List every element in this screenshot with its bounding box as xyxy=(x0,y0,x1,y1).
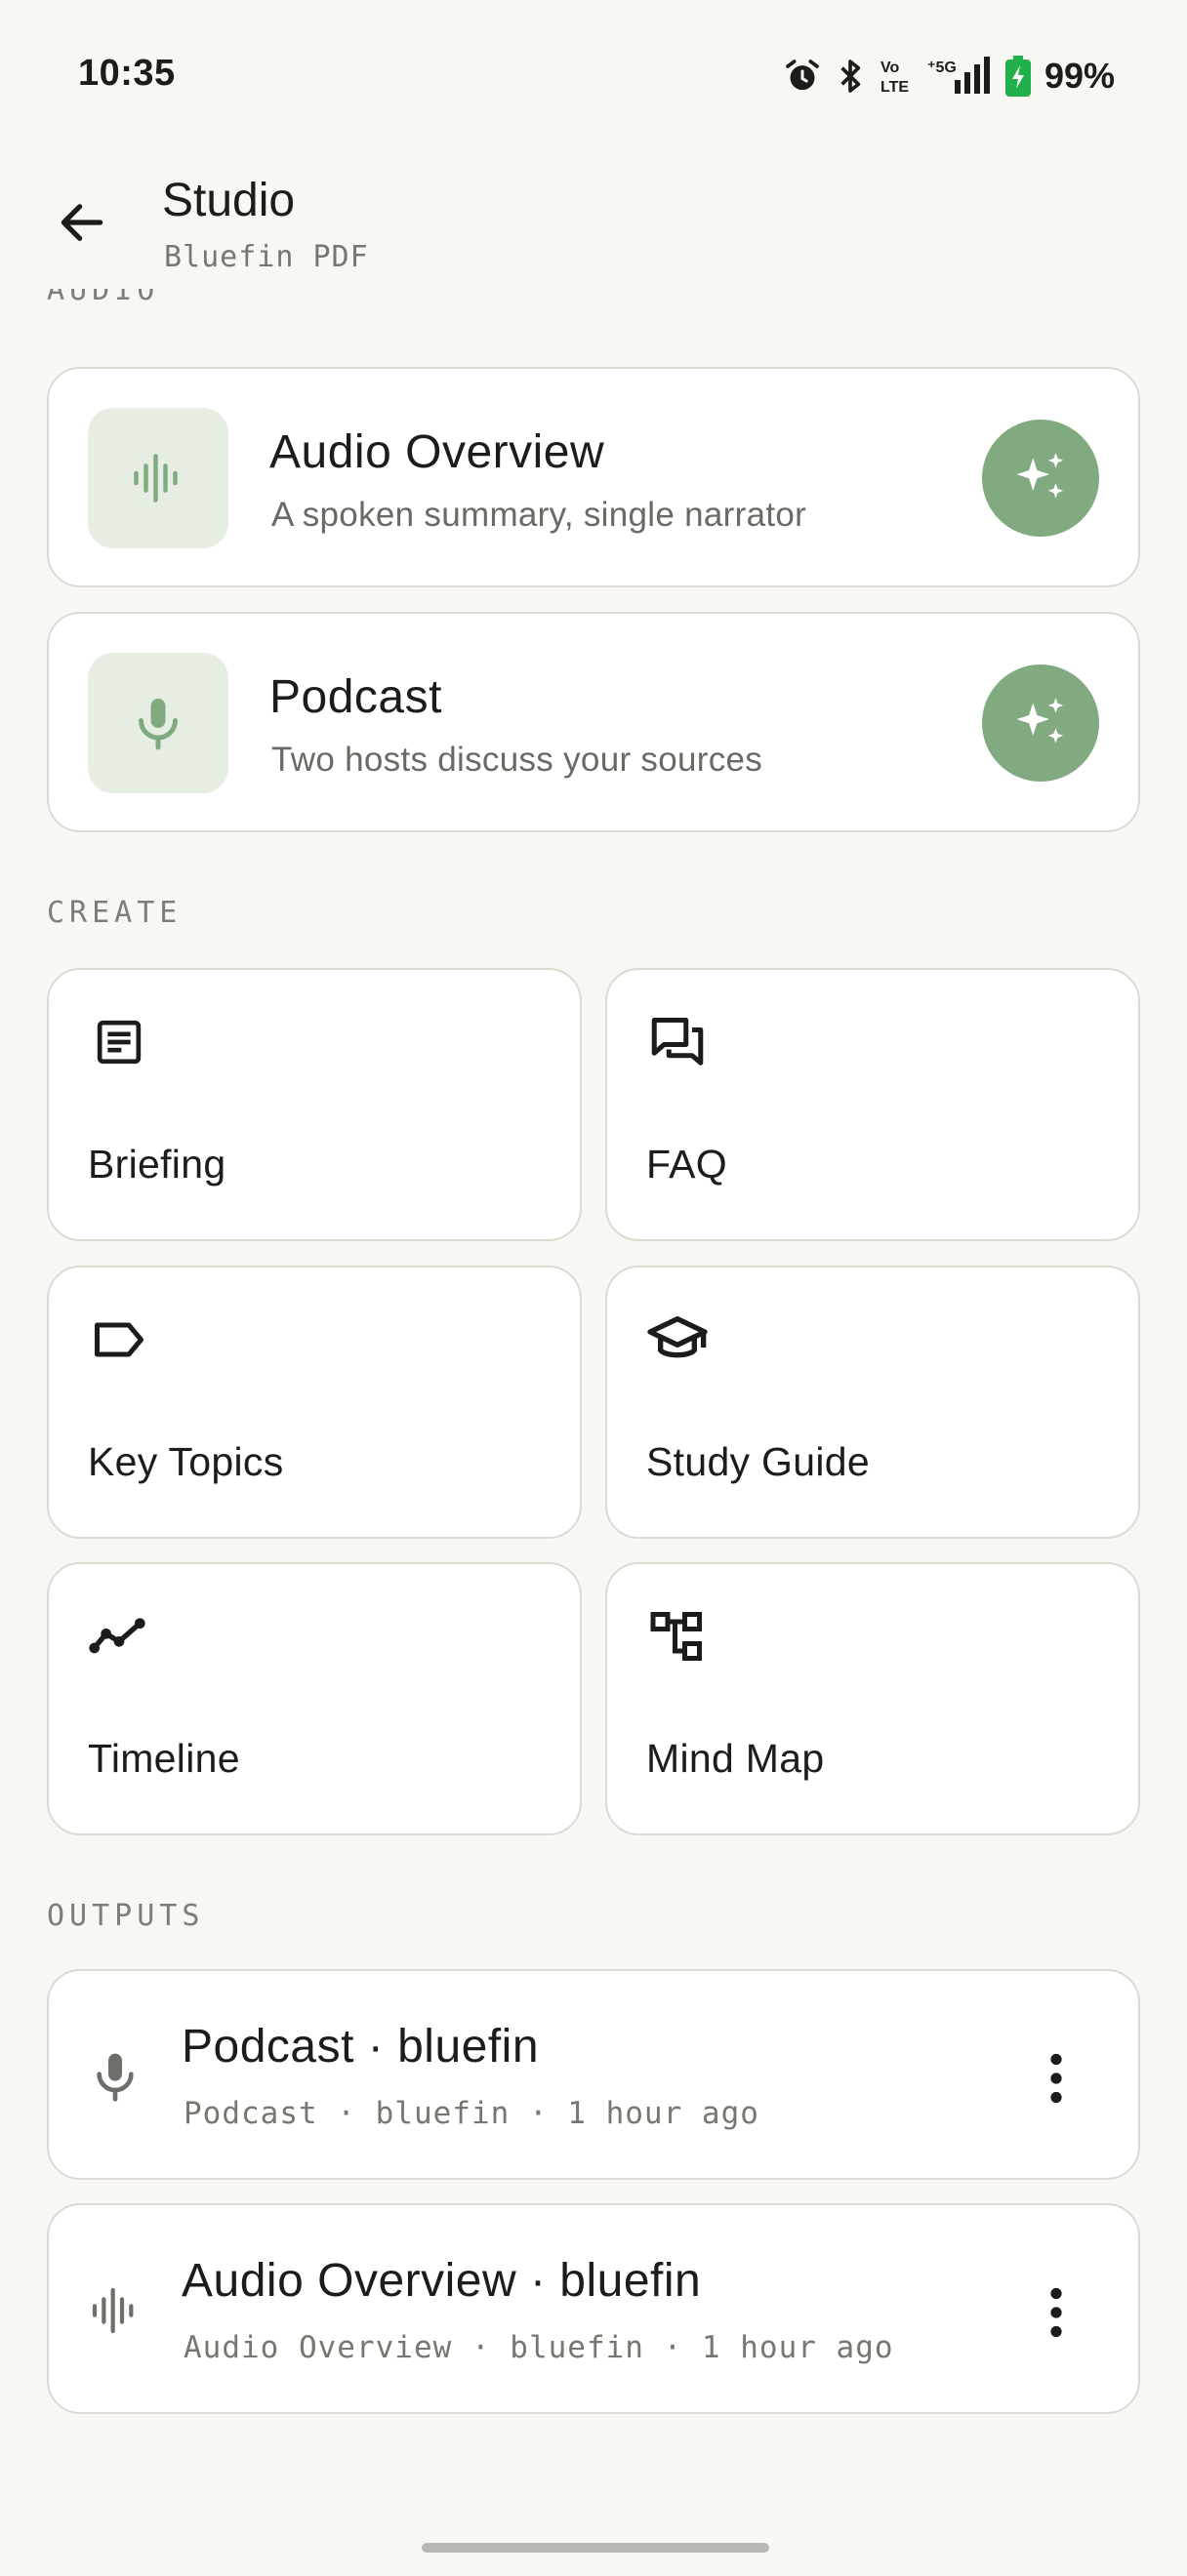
generate-audio-overview-button[interactable] xyxy=(982,420,1099,537)
podcast-title: Podcast xyxy=(269,671,442,723)
page-subtitle: Bluefin PDF xyxy=(164,240,369,274)
audio-overview-icon-box xyxy=(88,408,228,548)
create-mind-map-tile[interactable]: Mind Map xyxy=(605,1562,1140,1835)
waveform-icon xyxy=(84,2279,146,2342)
account-tree-icon xyxy=(646,1605,709,1668)
school-icon xyxy=(646,1308,709,1371)
create-faq-tile[interactable]: FAQ xyxy=(605,968,1140,1241)
tile-label: Briefing xyxy=(88,1142,226,1187)
sparkles-icon xyxy=(1016,698,1064,744)
create-key-topics-tile[interactable]: Key Topics xyxy=(47,1266,582,1539)
output-item-podcast[interactable]: Podcast · bluefin Podcast · bluefin · 1 … xyxy=(47,1969,1140,2180)
microphone-icon xyxy=(84,2045,146,2108)
forum-icon xyxy=(646,1011,709,1073)
status-time: 10:35 xyxy=(78,53,176,94)
home-indicator[interactable] xyxy=(422,2543,769,2553)
output-title: Audio Overview · bluefin xyxy=(182,2255,702,2307)
bluetooth-icon xyxy=(836,57,865,96)
tile-label: Mind Map xyxy=(646,1736,825,1781)
more-options-button[interactable] xyxy=(1021,2277,1091,2348)
section-label-create: CREATE xyxy=(47,896,183,930)
more-options-button[interactable] xyxy=(1021,2043,1091,2113)
svg-text:LTE: LTE xyxy=(880,79,909,96)
tile-label: FAQ xyxy=(646,1142,727,1187)
alarm-icon xyxy=(783,57,822,96)
tile-label: Study Guide xyxy=(646,1439,870,1484)
sparkles-icon xyxy=(1016,453,1064,499)
more-vert-icon xyxy=(1050,2053,1062,2104)
microphone-icon xyxy=(139,699,178,750)
status-icons: Vo LTE ⁺5G 99% xyxy=(783,53,1115,100)
tile-label: Key Topics xyxy=(88,1439,284,1484)
timeline-icon xyxy=(88,1605,150,1668)
audio-overview-card[interactable]: Audio Overview A spoken summary, single … xyxy=(47,367,1140,587)
output-meta: Podcast · bluefin · 1 hour ago xyxy=(184,2096,759,2131)
article-icon xyxy=(88,1011,150,1073)
label-icon xyxy=(88,1308,150,1371)
create-study-guide-tile[interactable]: Study Guide xyxy=(605,1266,1140,1539)
create-timeline-tile[interactable]: Timeline xyxy=(47,1562,582,1835)
back-button[interactable] xyxy=(45,185,119,260)
more-vert-icon xyxy=(1050,2287,1062,2338)
podcast-card[interactable]: Podcast Two hosts discuss your sources xyxy=(47,612,1140,832)
volte-icon: Vo LTE xyxy=(879,57,914,96)
audio-overview-title: Audio Overview xyxy=(269,426,605,478)
battery-percent: 99% xyxy=(1044,56,1115,96)
audio-overview-subtitle: A spoken summary, single narrator xyxy=(271,496,807,534)
podcast-icon-box xyxy=(88,653,228,793)
arrow-left-icon xyxy=(61,204,103,241)
output-meta: Audio Overview · bluefin · 1 hour ago xyxy=(184,2330,894,2365)
section-label-outputs: OUTPUTS xyxy=(47,1899,205,1933)
create-briefing-tile[interactable]: Briefing xyxy=(47,968,582,1241)
podcast-subtitle: Two hosts discuss your sources xyxy=(271,741,763,779)
svg-text:⁺5G: ⁺5G xyxy=(927,60,957,76)
output-title: Podcast · bluefin xyxy=(182,2021,540,2073)
section-label-audio: AUDIO xyxy=(47,289,160,307)
svg-text:Vo: Vo xyxy=(880,60,899,76)
page-title: Studio xyxy=(162,175,296,226)
battery-charging-icon xyxy=(1004,56,1031,97)
5g-signal-icon: ⁺5G xyxy=(927,57,992,96)
audio-section-label-clip: AUDIO xyxy=(0,289,1187,332)
waveform-icon xyxy=(134,454,178,503)
generate-podcast-button[interactable] xyxy=(982,664,1099,782)
tile-label: Timeline xyxy=(88,1736,240,1781)
output-item-audio-overview[interactable]: Audio Overview · bluefin Audio Overview … xyxy=(47,2203,1140,2414)
